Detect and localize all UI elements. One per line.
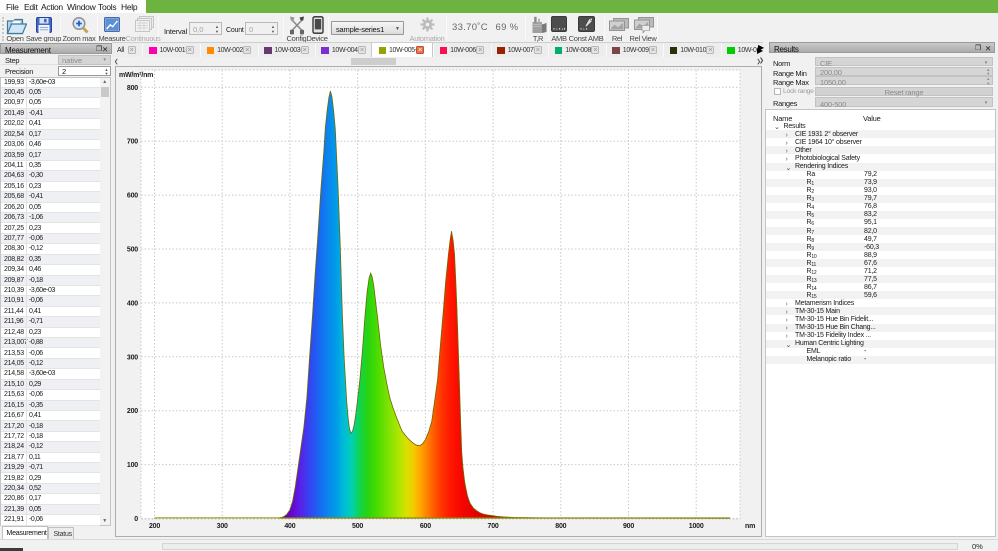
svg-text:400: 400: [284, 523, 295, 530]
svg-text:0: 0: [134, 516, 138, 523]
svg-text:mW/m²/nm: mW/m²/nm: [119, 72, 153, 79]
svg-text:400: 400: [127, 300, 138, 307]
svg-text:800: 800: [127, 85, 138, 92]
svg-text:300: 300: [127, 354, 138, 361]
svg-text:800: 800: [555, 523, 566, 530]
svg-text:600: 600: [127, 193, 138, 200]
svg-text:500: 500: [127, 247, 138, 254]
svg-text:700: 700: [488, 523, 499, 530]
svg-text:500: 500: [352, 523, 363, 530]
svg-text:1000: 1000: [689, 523, 704, 530]
svg-text:600: 600: [420, 523, 431, 530]
svg-text:300: 300: [217, 523, 228, 530]
svg-text:900: 900: [623, 523, 634, 530]
svg-text:100: 100: [127, 462, 138, 469]
svg-text:200: 200: [149, 523, 160, 530]
svg-text:200: 200: [127, 408, 138, 415]
svg-text:700: 700: [127, 139, 138, 146]
svg-text:nm: nm: [745, 523, 755, 530]
